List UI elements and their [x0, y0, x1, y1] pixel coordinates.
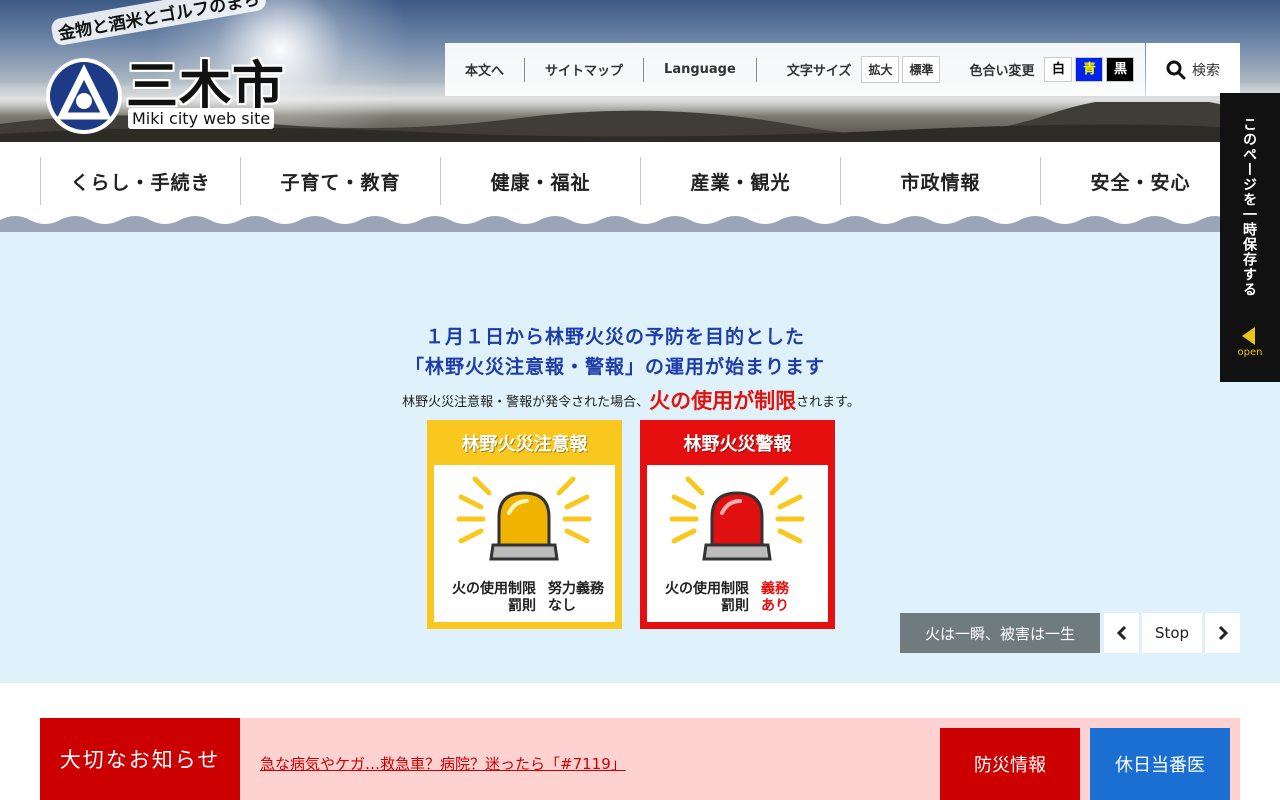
nav-wave-divider: [0, 216, 1280, 234]
red-siren-icon: [669, 476, 805, 561]
site-header: 金物と酒米とゴルフのまち 三木市 Miki city web site 本文へ …: [0, 0, 1280, 142]
save-page-label: このページを一時保存する: [1241, 117, 1257, 297]
yellow-siren-icon: [456, 476, 592, 561]
hero-title-line1: １月１日から林野火災の予防を目的とした: [424, 326, 805, 348]
color-white-button[interactable]: 白: [1044, 57, 1073, 82]
miki-city-emblem-icon: [46, 58, 122, 134]
nav-item-childcare[interactable]: 子育て・教育: [240, 157, 440, 205]
nav-item-safety[interactable]: 安全・安心: [1040, 157, 1240, 205]
warning-card-text-right: 義務 あり: [761, 581, 789, 614]
font-size-control: 文字サイズ 拡大 標準: [787, 56, 944, 83]
notice-link-7119[interactable]: 急な病気やケガ…救急車？病院？迷ったら「#7119」: [260, 753, 626, 774]
search-icon: [1166, 60, 1186, 79]
hero-description-post: されます。: [796, 395, 860, 410]
warning-card: 林野火災警報 火の使用制限 罰則 義務 あり: [640, 420, 835, 629]
warning-card-title: 林野火災警報: [683, 434, 792, 455]
logo-tagline: 金物と酒米とゴルフのまち: [50, 0, 268, 47]
nav-item-city-info[interactable]: 市政情報: [840, 157, 1040, 205]
warning-card-text-left: 火の使用制限 罰則: [665, 581, 749, 614]
disaster-info-button[interactable]: 防災情報: [940, 728, 1080, 800]
search-button[interactable]: 検索: [1146, 43, 1240, 96]
chevron-left-icon: [1116, 626, 1126, 640]
caution-card: 林野火災注意報 火の使用制限 罰則 努力義務 なし: [427, 420, 622, 629]
save-page-tab[interactable]: このページを一時保存する open: [1220, 93, 1280, 382]
color-label: 色合い変更: [969, 64, 1035, 79]
nav-item-living[interactable]: くらし・手続き: [40, 157, 240, 205]
font-size-large-button[interactable]: 拡大: [861, 56, 900, 83]
nav-item-health[interactable]: 健康・福祉: [440, 157, 640, 205]
caution-card-text-left: 火の使用制限 罰則: [452, 581, 536, 614]
save-page-open-label: open: [1237, 347, 1263, 358]
hero-description: 林野火災注意報・警報が発令された場合、火の使用が制限されます。: [0, 385, 1262, 415]
font-size-label: 文字サイズ: [786, 64, 852, 79]
caution-card-title: 林野火災注意報: [461, 434, 588, 455]
sitemap-link[interactable]: サイトマップ: [525, 60, 643, 79]
slide-caption: 火は一瞬、被害は一生: [900, 613, 1100, 653]
slide-prev-button[interactable]: [1104, 613, 1139, 653]
slide-next-button[interactable]: [1205, 613, 1240, 653]
font-size-normal-button[interactable]: 標準: [902, 56, 941, 83]
hero-title-line2: 「林野火災注意報・警報」の運用が始まります: [404, 356, 825, 378]
site-logo[interactable]: 金物と酒米とゴルフのまち 三木市 Miki city web site: [38, 0, 288, 134]
open-arrow-icon: [1242, 327, 1255, 345]
utility-bar: 本文へ サイトマップ Language 文字サイズ 拡大 標準 色合い変更 白 …: [445, 43, 1145, 96]
hero-description-highlight: 火の使用が制限: [649, 389, 797, 413]
skip-to-content-link[interactable]: 本文へ: [445, 60, 524, 79]
logo-subtitle: Miki city web site: [128, 108, 275, 129]
color-blue-button[interactable]: 青: [1075, 57, 1104, 82]
hero-description-pre: 林野火災注意報・警報が発令された場合、: [402, 395, 650, 410]
caution-card-body: 火の使用制限 罰則 努力義務 なし: [434, 465, 615, 622]
slide-stop-button[interactable]: Stop: [1142, 613, 1202, 653]
caution-card-text-right: 努力義務 なし: [548, 581, 604, 614]
global-nav: くらし・手続き 子育て・教育 健康・福祉 産業・観光 市政情報 安全・安心: [0, 142, 1280, 218]
divider: [755, 57, 757, 82]
holiday-doctor-button[interactable]: 休日当番医: [1090, 728, 1230, 800]
hero-slideshow[interactable]: １月１日から林野火災の予防を目的とした 「林野火災注意報・警報」の運用が始まりま…: [0, 232, 1280, 683]
language-link[interactable]: Language: [644, 62, 756, 77]
important-notice-label: 大切なお知らせ: [40, 718, 240, 800]
search-label: 検索: [1192, 62, 1220, 79]
warning-card-body: 火の使用制限 罰則 義務 あり: [647, 465, 828, 622]
color-control: 色合い変更 白 青 黒: [969, 57, 1137, 82]
global-nav-list: くらし・手続き 子育て・教育 健康・福祉 産業・観光 市政情報 安全・安心: [40, 157, 1240, 205]
nav-item-industry[interactable]: 産業・観光: [640, 157, 840, 205]
chevron-right-icon: [1218, 626, 1228, 640]
color-black-button[interactable]: 黒: [1106, 57, 1135, 82]
